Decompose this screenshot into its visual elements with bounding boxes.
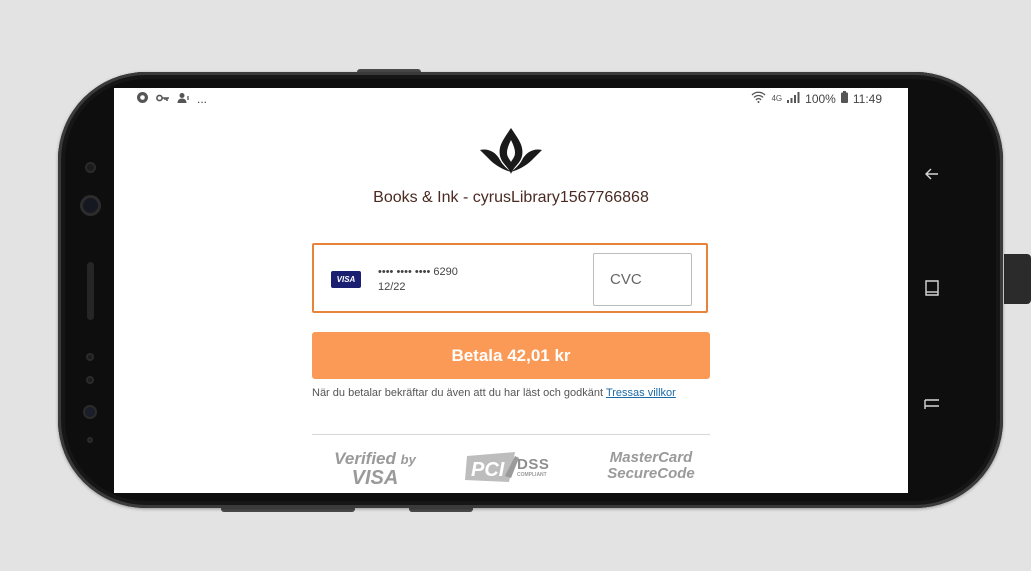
- card-expiry: 12/22: [378, 281, 406, 293]
- signal-icon: [787, 91, 800, 106]
- pci-dss-badge: PCI DSS COMPLIANT: [465, 450, 557, 484]
- cvc-input[interactable]: [593, 253, 692, 306]
- sensor-dot: [86, 376, 94, 384]
- screen: ... 4G 100% 11:49 Books & Ink - cyrusLib…: [114, 88, 908, 493]
- iris-scanner: [83, 405, 97, 419]
- lotus-logo: [480, 128, 542, 174]
- battery-icon: [840, 91, 848, 106]
- card-number: •••• •••• •••• 6290: [378, 266, 458, 278]
- home-icon[interactable]: [920, 394, 944, 418]
- by-label: by: [400, 452, 416, 467]
- saved-card[interactable]: VISA •••• •••• •••• 6290 12/22: [312, 243, 708, 313]
- app-icon: [136, 91, 149, 107]
- divider: [312, 434, 710, 435]
- wifi-icon: [751, 91, 766, 106]
- terms-statement: När du betalar bekräftar du även att du …: [312, 387, 604, 399]
- usb-cable: [1004, 254, 1031, 304]
- mastercard-securecode-badge: MasterCard SecureCode: [606, 450, 696, 482]
- recents-icon[interactable]: [920, 279, 944, 303]
- system-nav-bar: [908, 88, 986, 493]
- key-icon: [156, 92, 170, 106]
- battery-percent: 100%: [805, 91, 836, 106]
- earpiece-speaker: [87, 262, 94, 320]
- led-indicator: [87, 437, 93, 443]
- visa-card-icon: VISA: [331, 271, 361, 288]
- sensor-dot: [86, 353, 94, 361]
- verified-by-visa-badge: Verified by VISA: [330, 449, 420, 489]
- securecode-label: SecureCode: [607, 465, 695, 482]
- visa-label: VISA: [351, 467, 399, 489]
- account-icon: [177, 92, 190, 107]
- network-type: 4G: [771, 94, 783, 103]
- proximity-sensor: [85, 162, 96, 173]
- merchant-logo: [478, 126, 544, 178]
- more-notifications: ...: [197, 92, 208, 106]
- compliant-label: COMPLIANT: [517, 472, 547, 478]
- front-camera: [80, 195, 101, 216]
- mastercard-label: MasterCard: [609, 449, 693, 466]
- svg-text:PCI: PCI: [471, 459, 505, 481]
- terms-text: När du betalar bekräftar du även att du …: [312, 387, 722, 399]
- status-bar: ... 4G 100% 11:49: [114, 88, 908, 110]
- merchant-name: Books & Ink - cyrusLibrary1567766868: [373, 189, 649, 206]
- terms-link[interactable]: Tressas villkor: [606, 387, 676, 399]
- verified-label: Verified: [334, 449, 396, 468]
- clock: 11:49: [852, 91, 882, 106]
- pay-button[interactable]: Betala 42,01 kr: [312, 332, 710, 379]
- dss-label: DSS: [517, 456, 550, 473]
- back-icon[interactable]: [920, 165, 944, 189]
